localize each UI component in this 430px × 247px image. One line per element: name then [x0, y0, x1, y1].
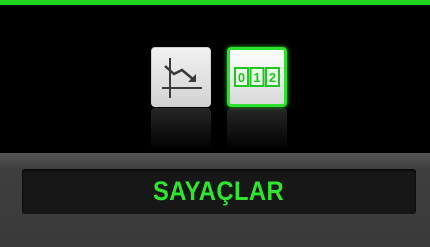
trend-graph-button[interactable]: [151, 47, 211, 107]
counter-digit: 0: [238, 70, 245, 85]
counter-digit: 2: [269, 70, 276, 85]
graph-icon-reflection: [151, 108, 211, 150]
counter-button[interactable]: 0 1 2: [227, 47, 287, 107]
screen-title: SAYAÇLAR: [153, 176, 285, 206]
counter-icon: 0 1 2: [234, 67, 280, 87]
title-bar: SAYAÇLAR: [22, 169, 416, 214]
trend-graph-icon: [162, 58, 202, 98]
counter-digit: 1: [253, 70, 260, 85]
screen: 0 1 2 SAYAÇLAR: [0, 0, 430, 247]
top-accent-bar: [0, 0, 430, 5]
counter-icon-reflection: [227, 108, 287, 150]
icon-carousel: 0 1 2: [0, 47, 430, 111]
